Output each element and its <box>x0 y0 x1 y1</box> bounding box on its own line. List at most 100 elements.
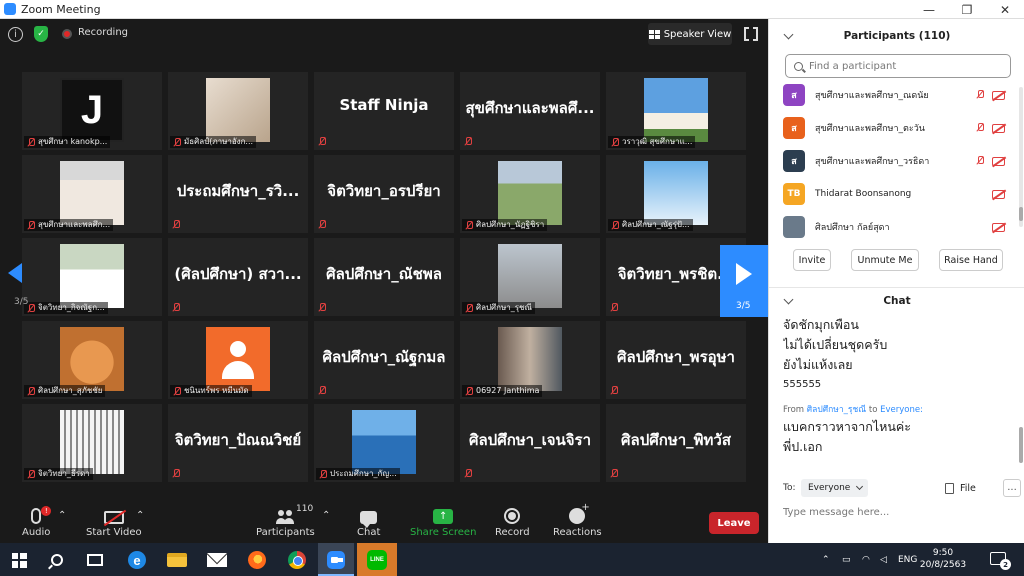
start-button[interactable] <box>8 549 30 571</box>
next-page-button[interactable]: 3/5 <box>720 245 768 317</box>
mic-muted-icon <box>318 303 326 312</box>
show-hidden-icons[interactable]: ⌃ <box>822 543 830 576</box>
participant-row[interactable]: ส สุขศึกษาและพลศึกษา_วรธิดา <box>769 145 1024 177</box>
tile-name-text: มัธศิลป์(ภาษาอังก... <box>184 137 254 146</box>
zoom-app-icon <box>4 3 16 15</box>
video-tile[interactable]: 06927 Janthima <box>460 321 600 399</box>
video-tile[interactable]: ศิลปศึกษา_นัฏฐิชิรา <box>460 155 600 233</box>
video-tile[interactable]: ศิลปศึกษา_รุชณี <box>460 238 600 316</box>
line-icon: LINE <box>367 550 387 570</box>
avatar: ส <box>783 117 805 139</box>
meeting-info-icon[interactable]: i <box>8 27 23 42</box>
tile-name-label: ศิลปศึกษา_รุชณี <box>462 302 535 314</box>
minimize-button[interactable]: — <box>910 0 948 19</box>
recipient-select[interactable]: Everyone <box>801 479 869 497</box>
video-tile[interactable]: วราวุฒิ สุขศึกษาแ... <box>606 72 746 150</box>
chat-message: ยังไม่แห้งเลย <box>783 357 853 372</box>
unmute-me-button[interactable]: Unmute Me <box>851 249 919 271</box>
battery-tray[interactable]: ▭ <box>842 543 851 576</box>
network-tray[interactable]: ◠ <box>862 543 870 576</box>
task-view-button[interactable] <box>84 549 106 571</box>
video-tile[interactable]: จิตวิทยา_อรปรียา <box>314 155 454 233</box>
mic-muted-icon <box>27 387 35 395</box>
audio-button[interactable]: ! Audio <box>22 506 52 538</box>
file-button[interactable]: File <box>945 479 976 497</box>
share-screen-icon: ↑ <box>433 509 454 524</box>
line-taskbar-button[interactable]: LINE <box>366 549 388 571</box>
chat-header: Chat <box>769 287 1024 309</box>
tile-name-label: สุขศึกษาและพลศึก... <box>24 219 114 231</box>
audio-options-caret[interactable]: ⌃ <box>58 510 66 521</box>
video-tile[interactable]: จิตวิทยา_ธีรดา <box>22 404 162 482</box>
video-camera-off-icon <box>103 511 124 524</box>
share-screen-button[interactable]: ↑ Share Screen <box>410 506 476 538</box>
participant-row[interactable]: TB Thidarat Boonsanong <box>769 178 1024 210</box>
raise-hand-button[interactable]: Raise Hand <box>939 249 1003 271</box>
tile-name-text: ชนินทร์พร หมีนมัด <box>184 386 249 395</box>
taskbar-search-button[interactable] <box>46 549 68 571</box>
video-tile[interactable]: (ศิลปศึกษา) สวา... <box>168 238 308 316</box>
video-tile[interactable]: ศิลปศึกษา_พรอุษา <box>606 321 746 399</box>
audio-label: Audio <box>22 527 51 538</box>
tile-name-label: ศิลปศึกษา_นัฏฐิชิรา <box>462 219 548 231</box>
video-tile[interactable]: ศิลปศึกษา_สุภัชชัย <box>22 321 162 399</box>
invite-button[interactable]: Invite <box>793 249 831 271</box>
video-tile[interactable]: มัธศิลป์(ภาษาอังก... <box>168 72 308 150</box>
video-tile[interactable]: Staff Ninja <box>314 72 454 150</box>
video-tile[interactable]: ชนินทร์พร หมีนมัด <box>168 321 308 399</box>
encryption-shield-icon[interactable]: ✓ <box>34 26 48 42</box>
video-tile[interactable]: ประถมศึกษา_รวิ... <box>168 155 308 233</box>
maximize-button[interactable]: ❐ <box>948 0 986 19</box>
chrome-taskbar-button[interactable] <box>286 549 308 571</box>
participant-search-input[interactable] <box>809 60 999 72</box>
video-tile[interactable]: J สุขศึกษา kanokp... <box>22 72 162 150</box>
tile-display-name: ศิลปศึกษา_เจนจิรา <box>468 431 592 449</box>
speaker-view-button[interactable]: Speaker View <box>648 23 732 45</box>
video-tile[interactable]: สุขศึกษาและพลศึ... <box>460 72 600 150</box>
mail-taskbar-button[interactable] <box>206 549 228 571</box>
participant-row[interactable]: ส สุขศึกษาและพลศึกษา_ณดนัย <box>769 79 1024 111</box>
participants-scrollbar[interactable] <box>1019 87 1023 227</box>
record-button[interactable]: Record <box>495 506 530 538</box>
file-explorer-taskbar-button[interactable] <box>166 549 188 571</box>
participant-row[interactable]: ศิลปศึกษา กัลย์สุดา <box>769 211 1024 243</box>
volume-tray[interactable]: ◁ <box>880 543 887 576</box>
chat-button[interactable]: Chat <box>357 506 380 538</box>
microphone-icon: ! <box>31 506 52 524</box>
close-button[interactable]: ✕ <box>986 0 1024 19</box>
video-tile[interactable]: ประถมศึกษา_กัญ... <box>314 404 454 482</box>
notification-count-badge: 2 <box>1000 559 1011 570</box>
collapse-chat-icon[interactable] <box>783 294 794 305</box>
mic-muted-icon <box>976 156 986 166</box>
zoom-taskbar-button[interactable] <box>325 549 347 571</box>
clock[interactable]: 9:50 20/8/2563 <box>912 547 974 571</box>
chevron-up-icon: ⌃ <box>822 554 830 565</box>
fullscreen-icon[interactable] <box>744 27 758 41</box>
collapse-participants-icon[interactable] <box>783 29 794 40</box>
edge-taskbar-button[interactable]: e <box>126 549 148 571</box>
more-options-button[interactable]: ... <box>1003 479 1021 497</box>
participant-row[interactable]: ส สุขศึกษาและพลศึกษา_ตะวัน <box>769 112 1024 144</box>
tile-name-text: ประถมศึกษา_กัญ... <box>330 469 397 478</box>
video-tile[interactable]: ศิลปศึกษา_พิทวัส <box>606 404 746 482</box>
chat-message-input[interactable] <box>783 503 1013 521</box>
recording-label: Recording <box>78 27 129 38</box>
participants-options-caret[interactable]: ⌃ <box>322 510 330 521</box>
chat-scrollbar[interactable] <box>1019 315 1023 475</box>
sender-name-link[interactable]: ศิลปศึกษา_รุชณี <box>807 405 866 415</box>
prev-page-button[interactable]: 3/5 <box>0 243 40 315</box>
video-tile[interactable]: ศิลปศึกษา_ณัฐกมล <box>314 321 454 399</box>
reactions-button[interactable]: Reactions <box>553 502 602 538</box>
leave-button[interactable]: Leave <box>709 512 759 534</box>
participants-count: 110 <box>296 504 314 514</box>
video-tile[interactable]: ศิลปศึกษา_เจนจิรา <box>460 404 600 482</box>
participant-search[interactable] <box>785 54 1011 78</box>
video-tile[interactable]: ศิลปศึกษา_ณัชพล <box>314 238 454 316</box>
video-tile[interactable]: จิตวิทยา_กิจณัฐก... <box>22 238 162 316</box>
video-tile[interactable]: จิตวิทยา_ปัณณวิชย์ <box>168 404 308 482</box>
video-options-caret[interactable]: ⌃ <box>136 510 144 521</box>
video-tile[interactable]: สุขศึกษาและพลศึก... <box>22 155 162 233</box>
firefox-taskbar-button[interactable] <box>246 549 268 571</box>
start-video-button[interactable]: Start Video <box>86 506 142 538</box>
video-tile[interactable]: ศิลปศึกษา_ณัฐรุ่ปั... <box>606 155 746 233</box>
